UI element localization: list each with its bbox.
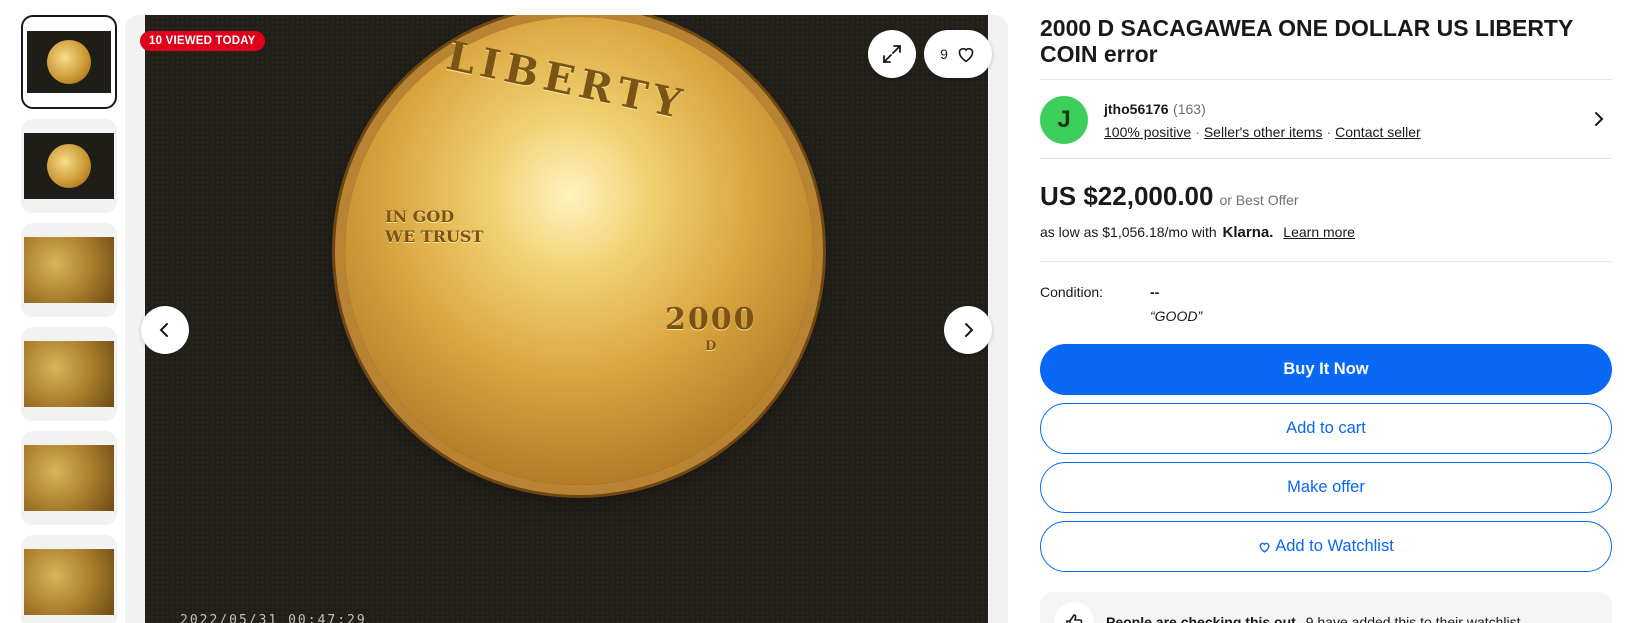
seller-links: 100% positive · Seller's other items · Conta…	[1104, 124, 1421, 140]
financing-row: as low as $1,056.18/mo with Klarna. Lear…	[1040, 224, 1612, 262]
listing-page: LIBERTY IN GOD WE TRUST 2000 D 2022/05/3…	[0, 0, 1634, 623]
contact-seller-link[interactable]: Contact seller	[1335, 124, 1421, 140]
thumbnail-image	[24, 237, 114, 303]
learn-more-link[interactable]: Learn more	[1283, 224, 1355, 240]
coin-year: 2000	[665, 302, 757, 337]
chevron-right-icon[interactable]	[1592, 110, 1606, 128]
separator-dot: ·	[1195, 123, 1200, 140]
watchlist-label: Add to Watchlist	[1275, 537, 1394, 555]
thumbs-up-icon	[1054, 602, 1094, 623]
listing-details: 2000 D SACAGAWEA ONE DOLLAR US LIBERTY C…	[1040, 15, 1612, 623]
people-checking-banner: People are checking this out. 9 have add…	[1040, 592, 1612, 623]
make-offer-button[interactable]: Make offer	[1040, 462, 1612, 513]
listing-title: 2000 D SACAGAWEA ONE DOLLAR US LIBERTY C…	[1040, 15, 1612, 80]
seller-feedback-count: (163)	[1173, 100, 1206, 117]
watchers-text: 9 have added this to their watchlist.	[1305, 614, 1525, 623]
best-offer-label: or Best Offer	[1219, 192, 1299, 208]
coin-mint-mark: D	[705, 339, 717, 354]
seller-other-items-link[interactable]: Seller's other items	[1204, 124, 1323, 140]
add-to-watchlist-button[interactable]: Add to Watchlist	[1040, 521, 1612, 572]
coin-motto: IN GOD WE TRUST	[385, 207, 483, 247]
coin-liberty-text: LIBERTY	[442, 32, 692, 129]
thumbnail-image	[24, 445, 114, 511]
expand-image-button[interactable]	[868, 30, 916, 78]
coin-motto-line-2: WE TRUST	[385, 227, 484, 246]
people-checking-text: People are checking this out.	[1106, 614, 1300, 623]
thumbnail-image	[24, 133, 114, 199]
klarna-logo: Klarna.	[1222, 224, 1274, 241]
coin-image: LIBERTY IN GOD WE TRUST 2000 D	[345, 17, 813, 485]
thumbnail-image	[24, 341, 114, 407]
thumbnail-image	[27, 31, 111, 93]
chevron-left-icon	[159, 323, 168, 337]
thumbnail-2[interactable]	[21, 119, 117, 213]
price-row: US $22,000.00 or Best Offer	[1040, 181, 1612, 212]
photo-timestamp: 2022/05/31 00:47:29	[180, 613, 367, 623]
thumbnail-5[interactable]	[21, 431, 117, 525]
thumbnail-image	[24, 549, 114, 615]
viewed-today-badge: 10 VIEWED TODAY	[140, 31, 265, 51]
main-product-image[interactable]: LIBERTY IN GOD WE TRUST 2000 D 2022/05/3…	[145, 15, 988, 623]
seller-name[interactable]: jtho56176	[1104, 101, 1169, 117]
heart-icon	[958, 47, 974, 63]
previous-image-button[interactable]	[141, 306, 189, 354]
thumbnail-3[interactable]	[21, 223, 117, 317]
watch-count-button[interactable]: 9	[924, 30, 992, 78]
chevron-right-icon	[965, 323, 974, 337]
thumbnail-1[interactable]	[21, 15, 117, 109]
seller-name-row: jtho56176 (163)	[1104, 101, 1421, 119]
condition-row: Condition: --	[1040, 284, 1612, 300]
expand-icon	[883, 45, 901, 63]
separator-dot: ·	[1326, 123, 1332, 140]
thumbnail-6[interactable]	[21, 535, 117, 623]
condition-value: --	[1150, 284, 1160, 300]
thumbnail-4[interactable]	[21, 327, 117, 421]
condition-note: “GOOD”	[1150, 308, 1203, 324]
financing-text: as low as $1,056.18/mo with	[1040, 224, 1217, 240]
seller-avatar: J	[1040, 96, 1088, 144]
thumbnail-rail	[21, 15, 117, 623]
price: US $22,000.00	[1040, 181, 1214, 211]
add-to-cart-button[interactable]: Add to cart	[1040, 403, 1612, 454]
condition-label: Condition:	[1040, 284, 1104, 300]
coin-motto-line-1: IN GOD	[385, 207, 455, 226]
next-image-button[interactable]	[944, 306, 992, 354]
seller-info: jtho56176 (163) 100% positive · Seller's o…	[1104, 101, 1421, 140]
seller-card[interactable]: J jtho56176 (163) 100% positive · Seller's…	[1040, 80, 1612, 159]
watch-count: 9	[940, 46, 948, 62]
heart-icon	[1259, 542, 1270, 553]
seller-positive-link[interactable]: 100% positive	[1104, 124, 1191, 140]
buy-it-now-button[interactable]: Buy It Now	[1040, 344, 1612, 395]
